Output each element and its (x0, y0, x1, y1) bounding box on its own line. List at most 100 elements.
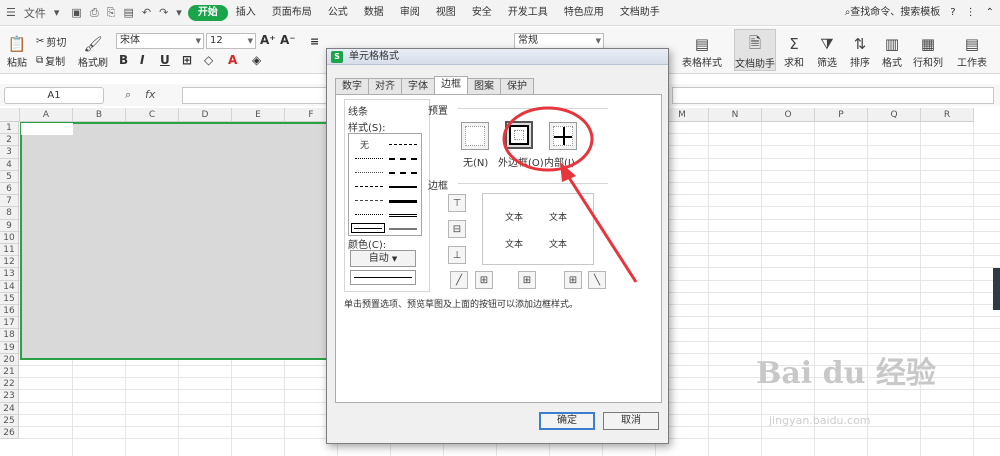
tab-border[interactable]: 边框 (434, 76, 468, 94)
row-header-21[interactable]: 21 (0, 366, 19, 379)
copy-button[interactable]: ⧉ 复制 (36, 53, 65, 68)
tab-insert[interactable]: 插入 (228, 0, 264, 26)
search-command[interactable]: ⌕查找命令、搜索模板 (845, 0, 941, 26)
clear-icon[interactable]: ◈ (252, 53, 261, 67)
column-header-b[interactable]: B (73, 108, 126, 122)
redo-icon[interactable]: ↷ (159, 6, 168, 19)
color-select[interactable]: 自动 ▼ (350, 250, 416, 267)
border-diagonal-down-button[interactable]: ╲ (588, 271, 606, 289)
format-button[interactable]: ▥ 格式 (878, 31, 906, 69)
border-center-button[interactable]: ⊞ (518, 271, 536, 289)
cancel-button[interactable]: 取消 (603, 412, 659, 430)
border-diagonal-up-button[interactable]: ╱ (450, 271, 468, 289)
worksheet-button[interactable]: ▤ 工作表 (952, 31, 992, 69)
hamburger-icon[interactable]: ☰ (6, 6, 16, 19)
row-header-12[interactable]: 12 (0, 256, 19, 269)
app-menu[interactable]: ☰ 文件 ▾ (0, 5, 65, 21)
line-style-list[interactable]: 无 (348, 133, 422, 236)
tab-doc-helper[interactable]: 文档助手 (612, 0, 668, 26)
row-header-6[interactable]: 6 (0, 183, 19, 196)
border-top-button[interactable]: ⊤ (448, 194, 466, 212)
line-style-none[interactable]: 无 (360, 138, 369, 151)
row-header-19[interactable]: 19 (0, 341, 19, 354)
line-style-option[interactable] (355, 214, 383, 215)
border-left-button[interactable]: ⊞ (475, 271, 493, 289)
align-left-icon[interactable]: ≡ (310, 35, 319, 48)
line-style-option[interactable] (389, 214, 417, 217)
font-size-select[interactable]: 12 ▼ (206, 33, 256, 49)
tab-review[interactable]: 审阅 (392, 0, 428, 26)
line-style-option[interactable] (389, 172, 417, 174)
row-header-10[interactable]: 10 (0, 231, 19, 244)
column-header-p[interactable]: P (815, 108, 868, 122)
bold-icon[interactable]: B (119, 53, 128, 67)
row-header-23[interactable]: 23 (0, 390, 19, 403)
row-header-22[interactable]: 22 (0, 378, 19, 391)
paste-button[interactable]: 📋 粘贴 (4, 31, 30, 69)
column-header-a[interactable]: A (20, 108, 73, 122)
line-style-option[interactable] (389, 200, 417, 203)
border-middle-button[interactable]: ⊟ (448, 220, 466, 238)
dropdown-icon[interactable]: ▾ (54, 6, 60, 19)
tab-font[interactable]: 字体 (401, 78, 435, 94)
filter-button[interactable]: ⧩ 筛选 (812, 31, 842, 69)
border-preview[interactable]: 文本 文本 文本 文本 (482, 193, 594, 265)
line-style-selected[interactable] (351, 223, 385, 233)
print-icon[interactable]: ⎘ (107, 6, 116, 20)
font-name-select[interactable]: 宋体 ▼ (116, 33, 204, 49)
preset-none-button[interactable] (461, 122, 489, 150)
row-header-9[interactable]: 9 (0, 219, 19, 232)
formula-input[interactable] (182, 87, 332, 104)
row-header-2[interactable]: 2 (0, 134, 19, 147)
row-header-13[interactable]: 13 (0, 268, 19, 281)
ok-button[interactable]: 确定 (539, 412, 595, 430)
fx-icon[interactable]: fx (145, 88, 155, 101)
row-header-3[interactable]: 3 (0, 146, 19, 159)
column-header-n[interactable]: N (709, 108, 762, 122)
line-style-option[interactable] (355, 200, 383, 201)
tab-pattern[interactable]: 图案 (467, 78, 501, 94)
row-header-26[interactable]: 26 (0, 427, 19, 440)
column-header-r[interactable]: R (921, 108, 974, 122)
row-header-5[interactable]: 5 (0, 170, 19, 183)
more-icon[interactable]: ⋮ (966, 0, 976, 26)
select-all-corner[interactable] (0, 108, 20, 122)
line-style-option[interactable] (389, 186, 417, 188)
tab-number[interactable]: 数字 (335, 78, 369, 94)
row-header-17[interactable]: 17 (0, 317, 19, 330)
tab-developer[interactable]: 开发工具 (500, 0, 556, 26)
column-header-d[interactable]: D (179, 108, 232, 122)
tab-security[interactable]: 安全 (464, 0, 500, 26)
name-box[interactable]: A1 (4, 87, 104, 104)
format-painter-button[interactable]: 🖌 格式刷 (76, 31, 110, 69)
active-cell[interactable] (21, 123, 73, 135)
help-icon[interactable]: ? (950, 0, 955, 26)
font-color-icon[interactable]: A (228, 53, 237, 67)
column-header-o[interactable]: O (762, 108, 815, 122)
line-style-option[interactable] (389, 158, 417, 160)
row-header-8[interactable]: 8 (0, 207, 19, 220)
save-icon[interactable]: ▣ (71, 6, 81, 19)
line-style-option[interactable] (355, 186, 383, 187)
row-header-25[interactable]: 25 (0, 414, 19, 427)
file-menu[interactable]: 文件 (24, 5, 46, 21)
zoom-icon[interactable]: ⌕ (125, 88, 131, 102)
row-header-7[interactable]: 7 (0, 195, 19, 208)
column-header-c[interactable]: C (126, 108, 179, 122)
formula-input-right[interactable] (672, 87, 994, 104)
line-style-option[interactable] (355, 172, 383, 173)
underline-icon[interactable]: U (160, 53, 170, 67)
row-header-18[interactable]: 18 (0, 329, 19, 342)
tab-alignment[interactable]: 对齐 (368, 78, 402, 94)
print-preview-icon[interactable]: ⎙ (90, 6, 99, 20)
sort-button[interactable]: ⇅ 排序 (846, 31, 874, 69)
column-header-e[interactable]: E (232, 108, 285, 122)
line-style-option[interactable] (355, 158, 383, 159)
row-header-4[interactable]: 4 (0, 158, 19, 171)
preset-outline-button[interactable] (505, 121, 533, 149)
row-header-14[interactable]: 14 (0, 280, 19, 293)
side-panel-toggle[interactable] (993, 268, 1000, 310)
cut-button[interactable]: ✂ 剪切 (36, 34, 66, 49)
row-header-11[interactable]: 11 (0, 244, 19, 257)
tab-home[interactable]: 开始 (187, 4, 228, 21)
